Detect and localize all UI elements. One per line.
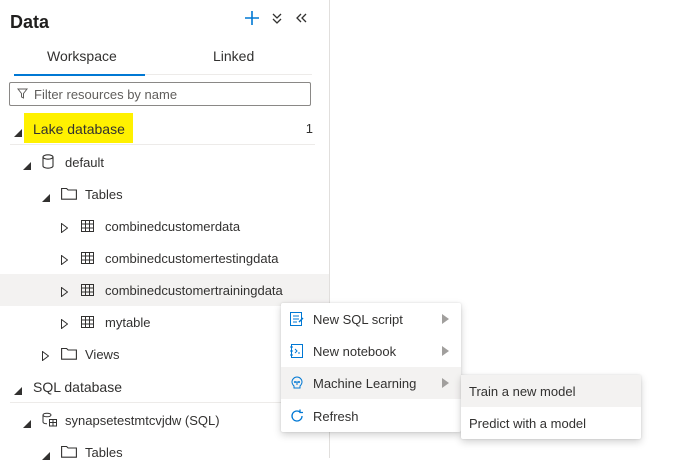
sql-database-label: SQL database: [33, 379, 122, 395]
table-icon: [81, 220, 94, 235]
tab-linked[interactable]: Linked: [213, 48, 254, 64]
tree-item-table[interactable]: mytable: [0, 306, 329, 338]
table-icon: [81, 252, 94, 267]
notebook-icon: [290, 344, 303, 358]
menu-item-refresh[interactable]: Refresh: [281, 400, 461, 432]
submenu-arrow-icon: [442, 346, 449, 356]
submenu-arrow-icon: [442, 378, 449, 388]
menu-item-train-new-model[interactable]: Train a new model: [461, 375, 641, 407]
tree-item-sql-pool[interactable]: synapsetestmtcvjdw (SQL): [0, 404, 329, 436]
tree-item-views-folder[interactable]: Views: [0, 338, 329, 370]
machine-learning-icon: [291, 376, 303, 389]
folder-icon: [61, 187, 77, 203]
tree-item-label: default: [65, 155, 105, 170]
lake-database-count: 1: [305, 121, 313, 136]
tab-bar: Workspace Linked: [14, 44, 312, 76]
tree-item-label: combinedcustomertestingdata: [105, 251, 279, 266]
menu-item-new-notebook[interactable]: New notebook: [281, 335, 461, 367]
tree-item-tables-folder[interactable]: Tables: [0, 178, 329, 210]
context-menu: New SQL script New notebook Machine Lear…: [281, 303, 461, 432]
tree-item-table[interactable]: combinedcustomertestingdata: [0, 242, 329, 274]
filter-placeholder: Filter resources by name: [34, 87, 178, 102]
menu-item-label: Train a new model: [469, 384, 576, 399]
menu-item-label: New notebook: [313, 344, 397, 359]
tree-section-sql-database[interactable]: SQL database: [0, 370, 329, 402]
tree-item-default[interactable]: default: [0, 146, 329, 178]
filter-input[interactable]: Filter resources by name: [9, 82, 311, 106]
tree-item-label: Tables: [85, 187, 123, 202]
refresh-icon: [291, 409, 303, 422]
filter-icon: [17, 88, 28, 99]
caret-expanded-icon[interactable]: [23, 158, 31, 173]
double-chevron-down-icon[interactable]: [271, 10, 283, 30]
menu-item-new-sql-script[interactable]: New SQL script: [281, 303, 461, 335]
table-icon: [81, 316, 94, 331]
database-icon: [42, 154, 54, 172]
lake-database-label: Lake database: [33, 121, 125, 137]
panel-title: Data: [10, 12, 50, 32]
tab-workspace[interactable]: Workspace: [47, 48, 117, 64]
menu-item-label: Predict with a model: [469, 416, 587, 431]
divider: [10, 402, 315, 403]
caret-collapsed-icon[interactable]: [61, 285, 69, 300]
caret-expanded-icon[interactable]: [42, 190, 50, 205]
caret-expanded-icon[interactable]: [14, 124, 22, 140]
caret-expanded-icon[interactable]: [14, 382, 22, 398]
double-chevron-left-icon[interactable]: [294, 10, 308, 30]
sql-script-icon: [290, 312, 304, 326]
caret-expanded-icon[interactable]: [42, 448, 50, 463]
menu-item-machine-learning[interactable]: Machine Learning: [281, 367, 461, 399]
tree-item-label: synapsetestmtcvjdw (SQL): [65, 413, 220, 428]
menu-item-label: Refresh: [313, 409, 359, 424]
tree-item-table[interactable]: combinedcustomerdata: [0, 210, 329, 242]
submenu-arrow-icon: [442, 314, 449, 324]
caret-expanded-icon[interactable]: [23, 416, 31, 431]
tree-item-label: mytable: [105, 315, 151, 330]
caret-collapsed-icon[interactable]: [61, 317, 69, 332]
caret-collapsed-icon[interactable]: [61, 221, 69, 236]
caret-collapsed-icon[interactable]: [61, 253, 69, 268]
folder-icon: [61, 445, 77, 461]
sql-pool-icon: [42, 412, 58, 430]
tree-item-sql-tables-folder[interactable]: Tables: [0, 436, 329, 468]
active-tab-indicator: [14, 74, 145, 76]
tree-item-table-selected[interactable]: combinedcustomertrainingdata: [0, 274, 329, 306]
menu-item-label: Machine Learning: [313, 376, 417, 391]
tree-section-lake-database[interactable]: Lake database 1: [0, 112, 329, 144]
divider: [10, 144, 315, 145]
tree-item-label: combinedcustomerdata: [105, 219, 241, 234]
table-icon: [81, 284, 94, 299]
caret-collapsed-icon[interactable]: [42, 349, 50, 364]
machine-learning-submenu: Train a new model Predict with a model: [461, 375, 641, 439]
plus-icon[interactable]: [244, 10, 260, 30]
folder-icon: [61, 347, 77, 363]
tree-item-label: combinedcustomertrainingdata: [105, 283, 283, 298]
menu-item-label: New SQL script: [313, 312, 403, 327]
tree-item-label: Views: [85, 347, 120, 362]
menu-item-predict-with-model[interactable]: Predict with a model: [461, 407, 641, 439]
